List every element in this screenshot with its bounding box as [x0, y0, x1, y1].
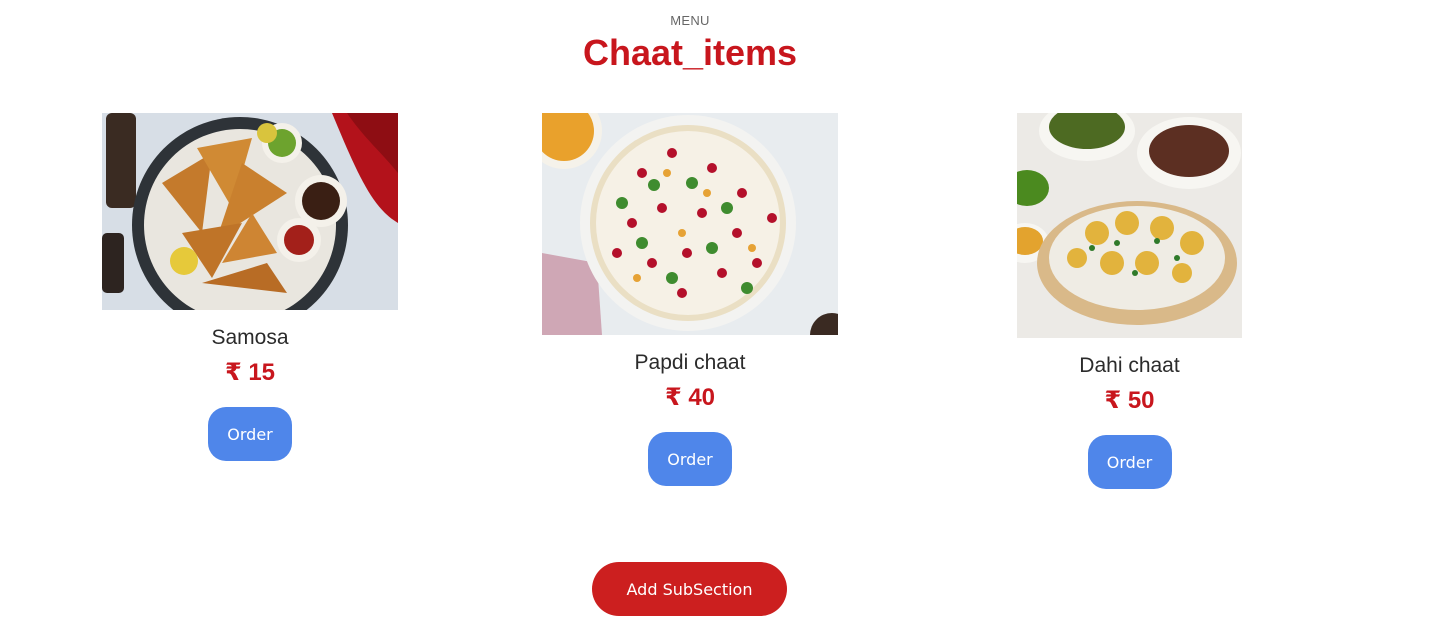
order-button[interactable]: Order [1087, 435, 1172, 489]
order-button[interactable]: Order [648, 432, 732, 486]
menu-item-card: Dahi chaat ₹ 50 Order [1017, 113, 1242, 489]
item-price: ₹ 15 [224, 359, 276, 386]
add-subsection-button[interactable]: Add SubSection [592, 562, 787, 616]
page-title: Chaat_items [582, 32, 798, 73]
menu-item-card: Papdi chaat ₹ 40 Order [542, 113, 838, 486]
dahi-chaat-image [1017, 113, 1242, 338]
item-name: Dahi chaat [1079, 354, 1180, 377]
section-eyebrow: MENU [670, 13, 710, 28]
item-name: Papdi chaat [634, 351, 746, 374]
menu-header: MENU Chaat_items [0, 13, 1380, 75]
papdi-chaat-image [542, 113, 838, 335]
item-price: ₹ 40 [664, 384, 716, 411]
item-name: Samosa [211, 326, 289, 349]
item-price: ₹ 50 [1104, 387, 1155, 414]
menu-item-card: Samosa ₹ 15 Order [102, 113, 398, 461]
samosa-image [102, 113, 398, 310]
order-button[interactable]: Order [208, 407, 292, 461]
